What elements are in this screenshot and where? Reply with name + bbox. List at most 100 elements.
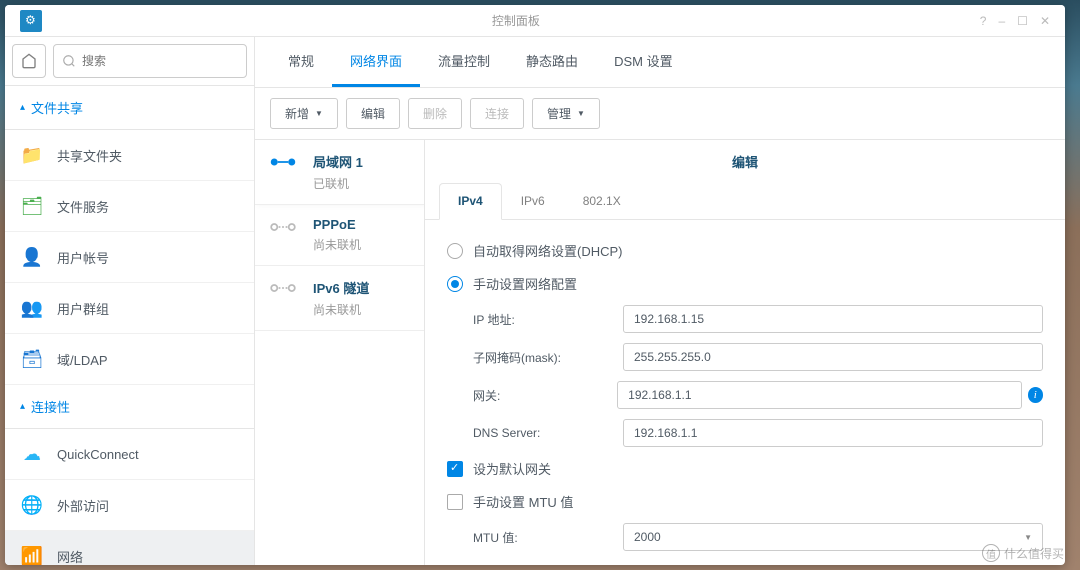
interface-status: 已联机 — [313, 175, 363, 192]
info-icon[interactable]: i — [1028, 387, 1043, 403]
interface-title: PPPoE — [313, 217, 361, 232]
manage-button[interactable]: 管理▼ — [532, 98, 600, 129]
sidebar: ▴ 文件共享 📁 共享文件夹 🗂 文件服务 👤 用户帐号 👥 用户群组 🗃 — [5, 37, 255, 565]
window-controls: ? – ☐ ✕ — [980, 14, 1050, 28]
checkbox-enable-vlan[interactable] — [447, 565, 463, 566]
maximize-button[interactable]: ☐ — [1017, 14, 1028, 28]
mask-input[interactable] — [623, 343, 1043, 371]
delete-button[interactable]: 删除 — [408, 98, 462, 129]
form-area: 自动取得网络设置(DHCP) 手动设置网络配置 IP 地址: 子网掩码(mask… — [425, 220, 1065, 565]
interface-title: IPv6 隧道 — [313, 278, 369, 297]
group-icon: 👥 — [21, 297, 43, 319]
section-connectivity[interactable]: ▴ 连接性 — [5, 385, 254, 429]
radio-dhcp-label: 自动取得网络设置(DHCP) — [473, 241, 623, 260]
tab-general[interactable]: 常规 — [270, 37, 332, 87]
info-icon[interactable]: i — [608, 565, 624, 566]
default-gw-row[interactable]: 设为默认网关 — [447, 452, 1043, 485]
tab-static-route[interactable]: 静态路由 — [508, 37, 596, 87]
detail-tab-ipv4[interactable]: IPv4 — [439, 183, 502, 220]
section-title: 文件共享 — [31, 98, 83, 117]
radio-manual[interactable] — [447, 276, 463, 292]
detail-tab-ipv6[interactable]: IPv6 — [502, 183, 564, 219]
search-box[interactable] — [53, 44, 247, 78]
checkbox-manual-mtu[interactable] — [447, 494, 463, 510]
mtu-label: MTU 值: — [473, 529, 623, 546]
interface-ipv6-tunnel[interactable]: IPv6 隧道 尚未联机 — [255, 266, 424, 331]
globe-icon: 🌐 — [21, 494, 43, 516]
interface-status: 尚未联机 — [313, 301, 369, 318]
gateway-label: 网关: — [473, 387, 617, 404]
chevron-down-icon: ▼ — [1024, 533, 1032, 542]
edit-button[interactable]: 编辑 — [346, 98, 400, 129]
sidebar-item-label: 共享文件夹 — [57, 146, 122, 165]
toolbar: 新增▼ 编辑 删除 连接 管理▼ — [255, 88, 1065, 140]
content: 常规 网络界面 流量控制 静态路由 DSM 设置 新增▼ 编辑 删除 连接 管理… — [255, 37, 1065, 565]
chevron-up-icon: ▴ — [20, 102, 25, 113]
disconnected-icon — [269, 281, 297, 295]
main-area: ▴ 文件共享 📁 共享文件夹 🗂 文件服务 👤 用户帐号 👥 用户群组 🗃 — [5, 37, 1065, 565]
sidebar-item-domain-ldap[interactable]: 🗃 域/LDAP — [5, 334, 254, 385]
sidebar-item-label: 域/LDAP — [57, 350, 108, 369]
sidebar-item-label: 外部访问 — [57, 496, 109, 515]
sidebar-item-external-access[interactable]: 🌐 外部访问 — [5, 480, 254, 531]
home-button[interactable] — [12, 44, 46, 78]
close-button[interactable]: ✕ — [1040, 14, 1050, 28]
tab-dsm-settings[interactable]: DSM 设置 — [596, 37, 691, 87]
interface-pppoe[interactable]: PPPoE 尚未联机 — [255, 205, 424, 266]
checkbox-enable-vlan-label: 启用 VLAN (802.1Q) — [473, 563, 592, 565]
sidebar-item-user-account[interactable]: 👤 用户帐号 — [5, 232, 254, 283]
radio-dhcp[interactable] — [447, 243, 463, 259]
checkbox-default-gateway[interactable] — [447, 461, 463, 477]
sidebar-top — [5, 37, 254, 86]
connect-button[interactable]: 连接 — [470, 98, 524, 129]
ip-label: IP 地址: — [473, 311, 623, 328]
dns-label: DNS Server: — [473, 426, 623, 440]
search-icon — [62, 54, 76, 68]
gateway-input[interactable] — [617, 381, 1021, 409]
search-input[interactable] — [82, 54, 238, 68]
interface-lan1[interactable]: 局域网 1 已联机 — [255, 140, 424, 205]
app-icon — [20, 10, 42, 32]
radio-dhcp-row[interactable]: 自动取得网络设置(DHCP) — [447, 234, 1043, 267]
sidebar-item-file-services[interactable]: 🗂 文件服务 — [5, 181, 254, 232]
interface-status: 尚未联机 — [313, 236, 361, 253]
manual-mtu-row[interactable]: 手动设置 MTU 值 — [447, 485, 1043, 518]
sidebar-item-network[interactable]: 📶 网络 — [5, 531, 254, 565]
mtu-select[interactable]: 2000 ▼ — [623, 523, 1043, 551]
sidebar-item-label: 网络 — [57, 547, 83, 566]
tab-traffic-control[interactable]: 流量控制 — [420, 37, 508, 87]
checkbox-manual-mtu-label: 手动设置 MTU 值 — [473, 492, 573, 511]
detail-title: 编辑 — [425, 140, 1065, 183]
control-panel-window: 控制面板 ? – ☐ ✕ ▴ 文件共享 — [5, 5, 1065, 565]
detail-tab-8021x[interactable]: 802.1X — [564, 183, 640, 219]
sidebar-item-quickconnect[interactable]: ☁ QuickConnect — [5, 429, 254, 480]
sidebar-item-shared-folder[interactable]: 📁 共享文件夹 — [5, 130, 254, 181]
interface-title: 局域网 1 — [313, 152, 363, 171]
detail-panel: 编辑 IPv4 IPv6 802.1X 自动取得网络设置(DHCP) — [425, 140, 1065, 565]
tab-network-interface[interactable]: 网络界面 — [332, 37, 420, 87]
title-bar: 控制面板 ? – ☐ ✕ — [5, 5, 1065, 37]
disconnected-icon — [269, 220, 297, 234]
home-icon — [21, 53, 37, 69]
enable-vlan-row[interactable]: 启用 VLAN (802.1Q) i — [447, 556, 1043, 565]
dns-input[interactable] — [623, 419, 1043, 447]
network-icon: 📶 — [21, 545, 43, 565]
radio-manual-row[interactable]: 手动设置网络配置 — [447, 267, 1043, 300]
detail-tabs: IPv4 IPv6 802.1X — [425, 183, 1065, 220]
sidebar-item-user-group[interactable]: 👥 用户群组 — [5, 283, 254, 334]
lan-connected-icon — [269, 155, 297, 169]
chevron-up-icon: ▴ — [20, 401, 25, 412]
cloud-icon: ☁ — [21, 443, 43, 465]
ip-input[interactable] — [623, 305, 1043, 333]
sidebar-item-label: 用户帐号 — [57, 248, 109, 267]
help-button[interactable]: ? — [980, 14, 987, 28]
content-body: 局域网 1 已联机 PPPoE 尚未联机 — [255, 140, 1065, 565]
section-file-sharing[interactable]: ▴ 文件共享 — [5, 86, 254, 130]
sidebar-item-label: 用户群组 — [57, 299, 109, 318]
minimize-button[interactable]: – — [998, 14, 1005, 28]
checkbox-default-gateway-label: 设为默认网关 — [473, 459, 551, 478]
chevron-down-icon: ▼ — [315, 109, 323, 118]
file-service-icon: 🗂 — [21, 195, 43, 217]
folder-icon: 📁 — [21, 144, 43, 166]
new-button[interactable]: 新增▼ — [270, 98, 338, 129]
